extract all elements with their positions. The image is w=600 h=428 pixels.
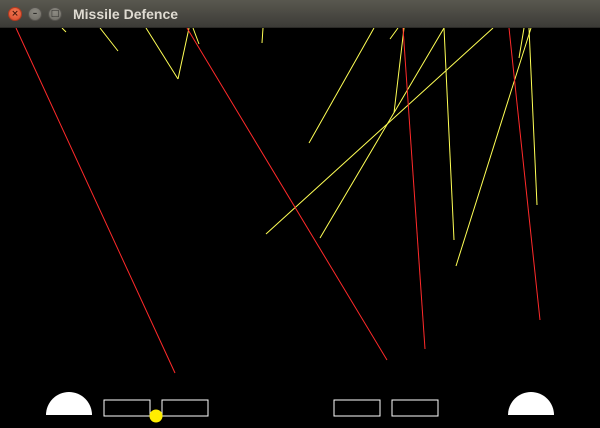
game-canvas[interactable] [0,28,600,428]
sky-background [0,28,600,428]
interceptor-blast [149,409,163,423]
close-button[interactable]: × [8,7,22,21]
maximize-button[interactable]: □ [48,7,62,21]
title-bar: × – □ Missile Defence [0,0,600,28]
window-title: Missile Defence [73,6,179,22]
game-field [0,28,600,428]
game-window: × – □ Missile Defence [0,0,600,428]
minimize-button[interactable]: – [28,7,42,21]
minimize-icon: – [32,9,38,19]
maximize-icon: □ [50,9,60,19]
close-icon: × [11,9,19,19]
